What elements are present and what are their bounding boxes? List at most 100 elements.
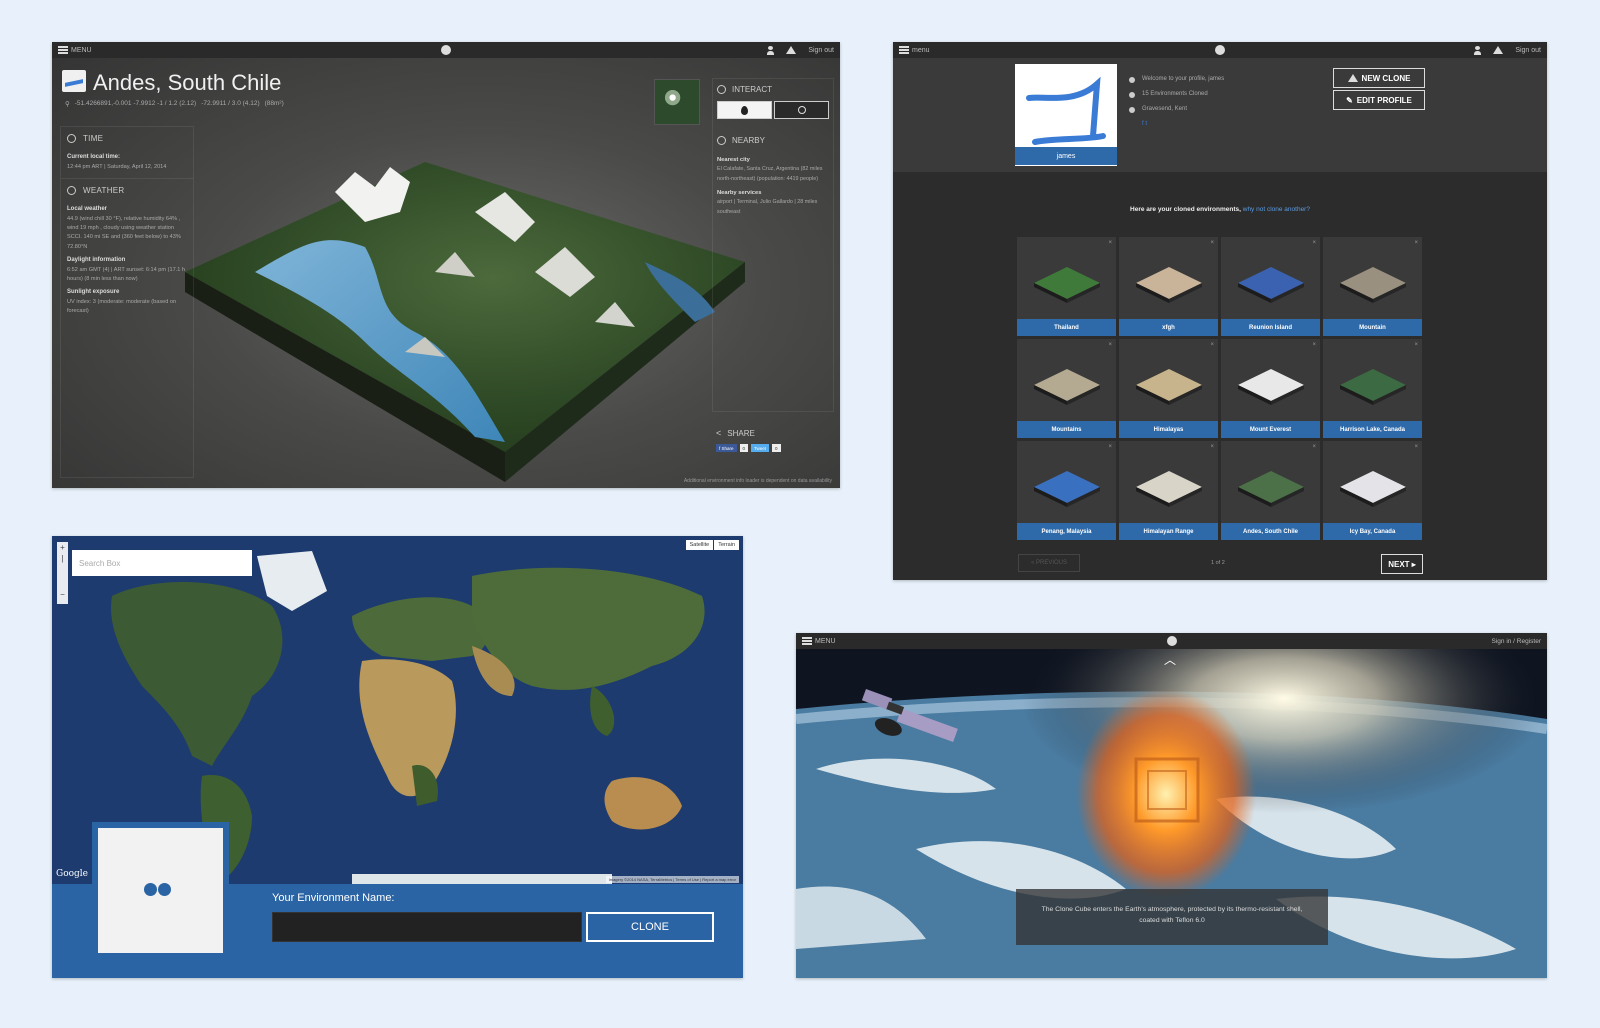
clone-another-link[interactable]: why not clone another? (1243, 206, 1310, 213)
weather-section-header[interactable]: WEATHER (61, 179, 193, 199)
terrain-button[interactable]: Terrain (714, 540, 739, 550)
environment-tile[interactable]: × Mountain (1323, 237, 1422, 336)
delete-icon[interactable]: × (1108, 240, 1112, 246)
tile-label: Andes, South Chile (1221, 523, 1320, 540)
environments-icon[interactable] (786, 46, 797, 54)
environment-tile[interactable]: × Andes, South Chile (1221, 441, 1320, 540)
delete-icon[interactable]: × (1312, 342, 1316, 348)
terrain-thumbnail (1034, 369, 1100, 405)
light-toggle-button[interactable] (774, 101, 829, 119)
environment-tile[interactable]: × Himalayan Range (1119, 441, 1218, 540)
signature-logo-icon (1026, 76, 1106, 145)
sign-out-link[interactable]: Sign out (808, 47, 834, 54)
minimap-thumbnail[interactable] (654, 79, 700, 125)
environment-view-panel: MENU Sign out Andes, South Chile ⚲ -51.4… (52, 42, 840, 488)
info-sidebar: TIME Current local time: 12:44 pm ART | … (60, 126, 194, 478)
terrain-thumbnail (1340, 471, 1406, 507)
map-type-toggle: Satellite Terrain (685, 540, 739, 550)
delete-icon[interactable]: × (1210, 342, 1214, 348)
mountain-icon (1129, 91, 1135, 98)
edit-profile-button[interactable]: ✎ EDIT PROFILE (1333, 90, 1425, 110)
environment-tile[interactable]: × xfgh (1119, 237, 1218, 336)
terrain-thumbnail (1340, 369, 1406, 405)
menu-button[interactable]: MENU (58, 46, 92, 54)
zoom-out-icon[interactable]: − (57, 589, 68, 600)
environment-tile[interactable]: × Penang, Malaysia (1017, 441, 1116, 540)
zoom-control[interactable]: + | − (57, 542, 68, 604)
tweet-count: 0 (772, 444, 781, 452)
zoom-slider[interactable]: | (57, 553, 68, 589)
hamburger-icon (899, 46, 909, 54)
tile-label: Icy Bay, Canada (1323, 523, 1422, 540)
logo-icon[interactable] (1166, 636, 1177, 646)
previous-button[interactable]: « PREVIOUS (1018, 554, 1080, 572)
environment-tile[interactable]: × Mountains (1017, 339, 1116, 438)
satellite-button[interactable]: Satellite (685, 540, 714, 550)
mountain-icon (1347, 74, 1358, 82)
top-bar: MENU Sign out (52, 42, 840, 58)
time-section-header[interactable]: TIME (61, 127, 193, 147)
environment-tile[interactable]: × Thailand (1017, 237, 1116, 336)
terrain-thumbnail (1136, 267, 1202, 303)
chevron-up-icon[interactable]: ︿ (1164, 651, 1176, 668)
zoom-in-icon[interactable]: + (57, 542, 68, 553)
tile-label: Himalayas (1119, 421, 1218, 438)
search-input[interactable]: Search Box (72, 550, 252, 576)
terrain-thumbnail (1034, 267, 1100, 303)
environment-name-input[interactable] (272, 912, 582, 942)
story-caption: The Clone Cube enters the Earth's atmosp… (1016, 889, 1328, 945)
share-section: < SHARE f Share 0 Tweet 0 (712, 422, 834, 454)
delete-icon[interactable]: × (1414, 444, 1418, 450)
share-count: 0 (739, 444, 749, 452)
clone-button[interactable]: CLONE (586, 912, 714, 942)
next-button[interactable]: NEXT ▸ (1381, 554, 1423, 574)
environment-tile[interactable]: × Reunion Island (1221, 237, 1320, 336)
tile-label: Himalayan Range (1119, 523, 1218, 540)
terrain-thumbnail (1238, 369, 1304, 405)
menu-button[interactable]: menu (899, 46, 930, 54)
profile-icon[interactable] (767, 45, 775, 55)
hamburger-icon (802, 637, 812, 645)
clock-icon (67, 134, 76, 143)
delete-icon[interactable]: × (1210, 444, 1214, 450)
loader-box (92, 822, 229, 959)
delete-icon[interactable]: × (1312, 240, 1316, 246)
delete-icon[interactable]: × (1414, 342, 1418, 348)
logo-icon[interactable] (1215, 45, 1225, 55)
coordinates: ⚲ -51.4266891,-0.001 -7.9912 -1 / 1.2 (2… (65, 100, 284, 108)
delete-icon[interactable]: × (1312, 444, 1316, 450)
delete-icon[interactable]: × (1210, 240, 1214, 246)
tile-label: Harrison Lake, Canada (1323, 421, 1422, 438)
water-toggle-button[interactable] (717, 101, 772, 119)
top-bar: menu Sign out (893, 42, 1547, 58)
interact-header: INTERACT (713, 79, 833, 98)
menu-button[interactable]: MENU (802, 637, 836, 645)
footnote: Additional environment info loader is de… (683, 478, 832, 484)
profile-info: Welcome to your profile, james 15 Enviro… (1129, 72, 1224, 132)
delete-icon[interactable]: × (1414, 240, 1418, 246)
intro-text: Here are your cloned environments, why n… (1130, 206, 1310, 213)
user-icon (1129, 76, 1135, 83)
new-clone-button[interactable]: NEW CLONE (1333, 68, 1425, 88)
tile-label: Mount Everest (1221, 421, 1320, 438)
sign-out-link[interactable]: Sign out (1515, 47, 1541, 54)
map-attribution[interactable]: Imagery ©2014 NASA, TerraMetrics | Terms… (605, 876, 739, 883)
delete-icon[interactable]: × (1108, 342, 1112, 348)
environments-icon[interactable] (1493, 46, 1504, 54)
environment-tile[interactable]: × Himalayas (1119, 339, 1218, 438)
environment-tile[interactable]: × Harrison Lake, Canada (1323, 339, 1422, 438)
sign-in-link[interactable]: Sign in / Register (1492, 638, 1542, 645)
environment-tile[interactable]: × Icy Bay, Canada (1323, 441, 1422, 540)
compass-icon (717, 136, 726, 145)
profile-icon[interactable] (1474, 45, 1482, 55)
logo-icon[interactable] (441, 45, 451, 55)
terrain-thumbnail (1238, 471, 1304, 507)
terrain-3d-model[interactable] (175, 152, 755, 488)
delete-icon[interactable]: × (1108, 444, 1112, 450)
tile-label: Reunion Island (1221, 319, 1320, 336)
facebook-share-button[interactable]: f Share (716, 444, 737, 452)
environment-tile[interactable]: × Mount Everest (1221, 339, 1320, 438)
social-links[interactable]: f t (1142, 117, 1224, 132)
google-logo: Google (56, 869, 88, 879)
tweet-button[interactable]: Tweet (751, 444, 770, 452)
